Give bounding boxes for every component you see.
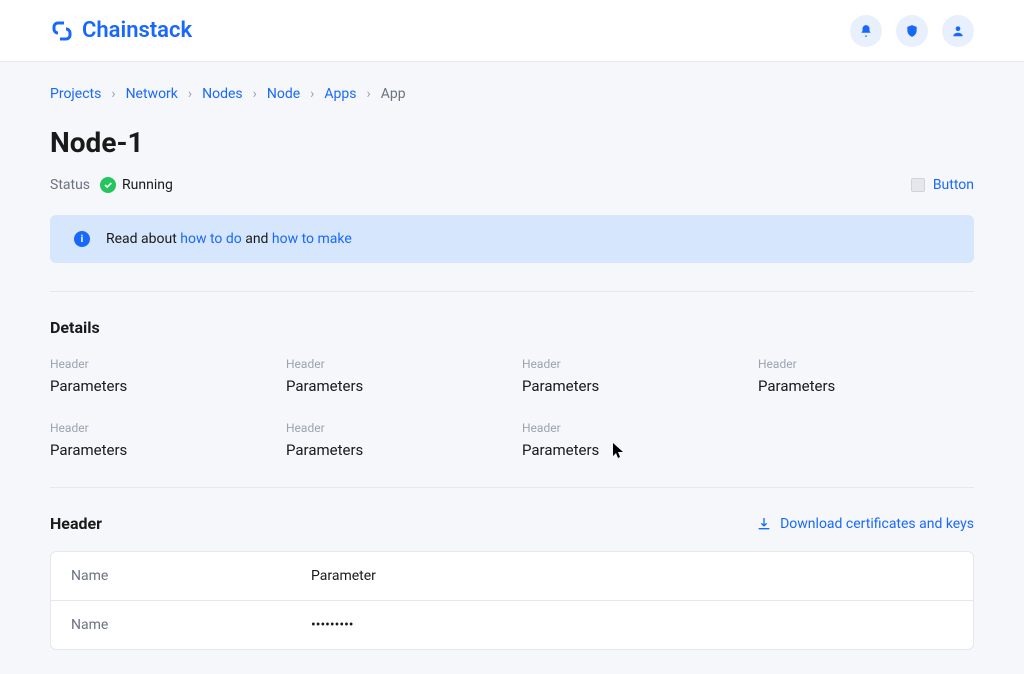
- detail-item: Header Parameters: [522, 357, 738, 395]
- account-button[interactable]: [942, 15, 974, 47]
- detail-header: Header: [758, 357, 974, 371]
- info-text: Read about how to do and how to make: [106, 231, 352, 247]
- status-value: Running: [122, 177, 173, 193]
- table-cell-name: Name: [71, 617, 311, 633]
- detail-header: Header: [286, 357, 502, 371]
- chainstack-logo-icon: [50, 19, 74, 43]
- detail-item: Header Parameters: [522, 421, 738, 459]
- status-group: Status Running: [50, 177, 173, 193]
- detail-value: Parameters: [50, 441, 266, 459]
- info-icon: i: [74, 231, 90, 247]
- download-certificates-link[interactable]: Download certificates and keys: [756, 516, 974, 532]
- top-header: Chainstack: [0, 0, 1024, 62]
- detail-value: Parameters: [522, 441, 738, 459]
- status-badge: Running: [100, 177, 173, 193]
- table-row: Name Parameter: [51, 552, 973, 601]
- download-label: Download certificates and keys: [780, 516, 974, 532]
- divider: [50, 487, 974, 488]
- detail-value: Parameters: [286, 377, 502, 395]
- detail-item: Header Parameters: [50, 357, 266, 395]
- brand-name: Chainstack: [82, 18, 192, 43]
- details-title: Details: [50, 318, 974, 337]
- action-button[interactable]: Button: [911, 177, 974, 193]
- detail-header: Header: [50, 357, 266, 371]
- chevron-right-icon: ›: [366, 86, 370, 102]
- divider: [50, 291, 974, 292]
- user-icon: [951, 24, 965, 38]
- breadcrumb-node[interactable]: Node: [267, 86, 300, 102]
- breadcrumb-nodes[interactable]: Nodes: [202, 86, 243, 102]
- detail-value: Parameters: [758, 377, 974, 395]
- breadcrumb-projects[interactable]: Projects: [50, 86, 101, 102]
- breadcrumb-apps[interactable]: Apps: [324, 86, 356, 102]
- chevron-right-icon: ›: [253, 86, 257, 102]
- download-icon: [756, 516, 772, 532]
- breadcrumb: Projects › Network › Nodes › Node › Apps…: [50, 86, 974, 102]
- info-link-howtomake[interactable]: how to make: [272, 231, 352, 247]
- bell-icon: [859, 24, 873, 38]
- detail-value: Parameters: [50, 377, 266, 395]
- details-grid: Header Parameters Header Parameters Header…: [50, 357, 974, 459]
- detail-header: Header: [522, 421, 738, 435]
- table-cell-value: •••••••••: [311, 617, 953, 633]
- security-button[interactable]: [896, 15, 928, 47]
- info-link-howto[interactable]: how to do: [180, 231, 241, 247]
- detail-item: Header Parameters: [758, 357, 974, 395]
- shield-icon: [905, 24, 919, 38]
- detail-header: Header: [50, 421, 266, 435]
- checkbox-icon: [911, 178, 925, 192]
- page-title: Node-1: [50, 126, 974, 159]
- brand-logo[interactable]: Chainstack: [50, 18, 192, 43]
- detail-item: Header Parameters: [286, 421, 502, 459]
- notifications-button[interactable]: [850, 15, 882, 47]
- check-circle-icon: [100, 177, 116, 193]
- status-label: Status: [50, 177, 90, 193]
- action-button-label: Button: [933, 177, 974, 193]
- table-cell-name: Name: [71, 568, 311, 584]
- chevron-right-icon: ›: [111, 86, 115, 102]
- breadcrumb-network[interactable]: Network: [126, 86, 178, 102]
- table-cell-value: Parameter: [311, 568, 953, 584]
- main-content: Projects › Network › Nodes › Node › Apps…: [0, 62, 1024, 674]
- breadcrumb-current: App: [381, 86, 406, 102]
- chevron-right-icon: ›: [188, 86, 192, 102]
- section-header-title: Header: [50, 514, 102, 533]
- chevron-right-icon: ›: [310, 86, 314, 102]
- detail-value: Parameters: [522, 377, 738, 395]
- detail-item: Header Parameters: [50, 421, 266, 459]
- table-row: Name •••••••••: [51, 601, 973, 649]
- detail-header: Header: [522, 357, 738, 371]
- detail-value: Parameters: [286, 441, 502, 459]
- detail-header: Header: [286, 421, 502, 435]
- info-banner: i Read about how to do and how to make: [50, 215, 974, 263]
- credentials-table: Name Parameter Name •••••••••: [50, 551, 974, 650]
- section-header-row: Header Download certificates and keys: [50, 514, 974, 533]
- header-icon-group: [850, 15, 974, 47]
- status-row: Status Running Button: [50, 177, 974, 193]
- detail-item: Header Parameters: [286, 357, 502, 395]
